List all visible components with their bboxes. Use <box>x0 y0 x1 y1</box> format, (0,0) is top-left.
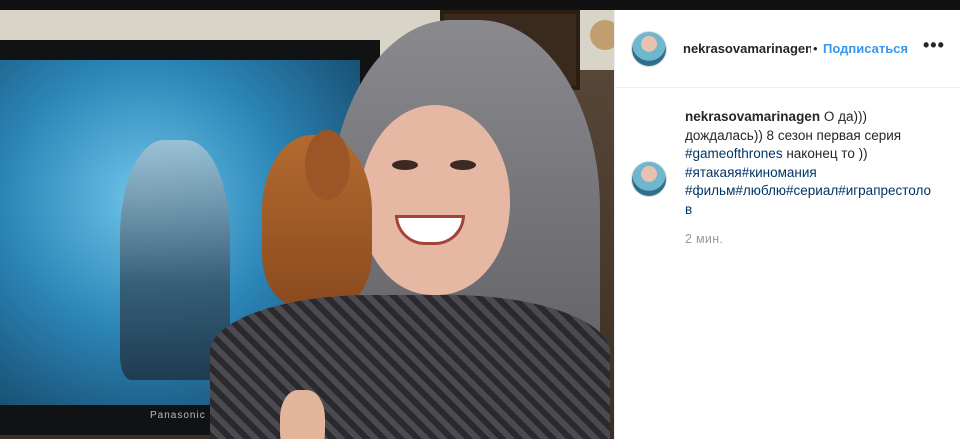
hashtag-link[interactable]: #сериал <box>786 183 838 198</box>
caption-avatar[interactable] <box>631 161 667 197</box>
photo-person-shirt <box>210 295 610 439</box>
separator-dot: • <box>813 41 818 56</box>
hashtag-link[interactable]: #ятакаяя <box>685 165 742 180</box>
caption-text: nekrasovamarinagen О да))) дождалась)) 8… <box>685 108 935 219</box>
post-photo[interactable]: Panasonic <box>0 10 614 439</box>
photo-tv-brand: Panasonic <box>150 410 206 421</box>
follow-button[interactable]: Подписаться <box>823 41 908 56</box>
more-options-icon[interactable]: ••• <box>923 35 945 56</box>
post-header: nekrasovamarinagen • Подписаться ••• <box>615 10 960 88</box>
photo-thumb <box>280 390 325 439</box>
photo-lamp <box>590 20 614 50</box>
photo-person-eye <box>392 160 418 170</box>
top-dark-strip <box>0 0 960 10</box>
caption-username[interactable]: nekrasovamarinagen <box>685 109 820 124</box>
post-side-panel: nekrasovamarinagen • Подписаться ••• nek… <box>614 10 960 439</box>
hashtag-link[interactable]: #фильм <box>685 183 735 198</box>
avatar[interactable] <box>631 31 667 67</box>
header-username[interactable]: nekrasovamarinagen <box>683 41 811 56</box>
hashtag-link[interactable]: #gameofthrones <box>685 146 783 161</box>
hashtag-link[interactable]: #киномания <box>742 165 817 180</box>
photo-dog-ear <box>305 130 350 200</box>
hashtag-link[interactable]: #люблю <box>735 183 786 198</box>
photo-person-eye <box>450 160 476 170</box>
caption-text-part2: наконец то )) <box>782 146 868 161</box>
post-timestamp[interactable]: 2 мин. <box>685 232 723 246</box>
photo-person-face <box>360 105 510 295</box>
